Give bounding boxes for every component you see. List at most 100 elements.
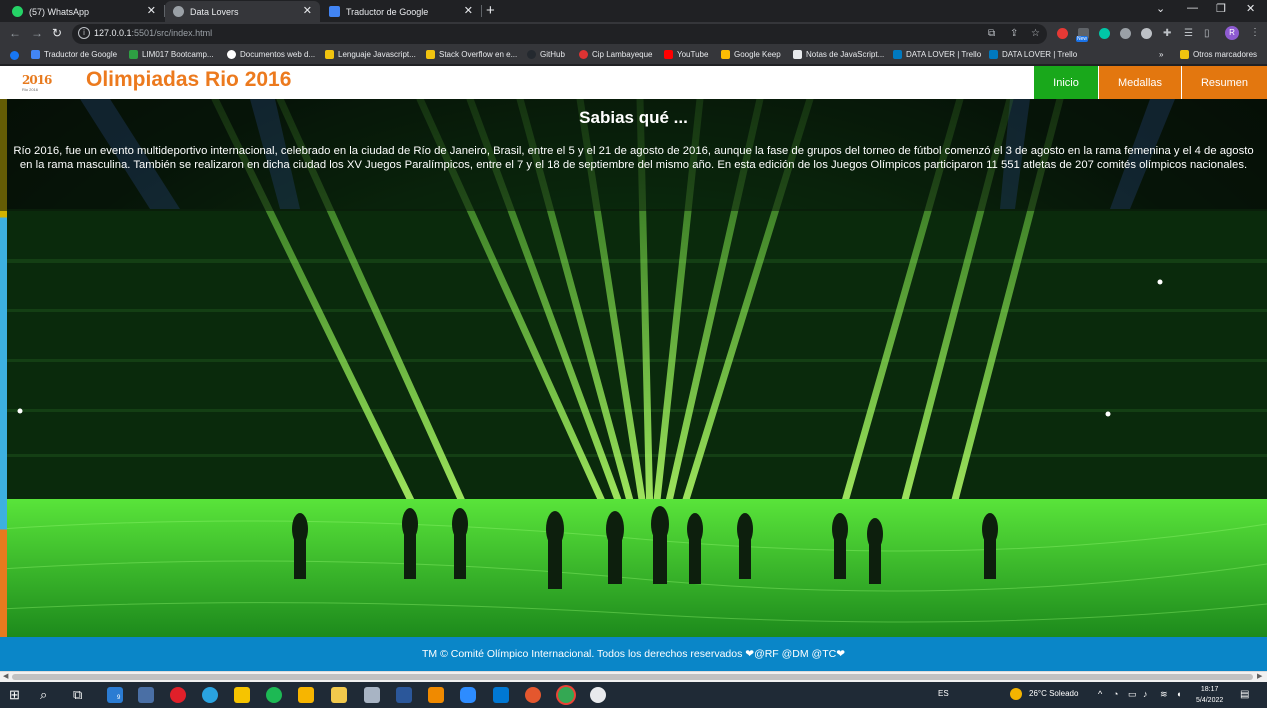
intro-paragraph: Río 2016, fue un evento multideportivo i… — [13, 145, 1254, 171]
task-view-icon[interactable]: ⧉ — [73, 687, 82, 703]
google-translate-icon — [329, 6, 340, 17]
battery-icon[interactable]: ▭ — [1128, 689, 1137, 700]
chrome-icon[interactable] — [558, 687, 574, 703]
other-bookmarks[interactable]: Otros marcadores — [1180, 50, 1257, 59]
close-icon[interactable]: ✕ — [303, 4, 312, 17]
bookmark-item[interactable]: DATA LOVER | Trello — [989, 50, 1077, 59]
whatsapp-icon — [12, 6, 23, 17]
wifi-icon[interactable]: ≋ — [1160, 689, 1168, 700]
minimize-button[interactable]: — — [1187, 2, 1198, 14]
close-icon[interactable]: ✕ — [464, 4, 473, 17]
back-icon[interactable]: ← — [9, 26, 21, 40]
site-header: 2016 Rio 2016 Olimpiadas Rio 2016 Inicio… — [0, 66, 1267, 99]
sticky-notes-icon[interactable] — [234, 687, 250, 703]
windows-taskbar: ⊞ ⌕ ⧉ 9 ES 26°C Soleado ^ ◔ ▭ ♪ ≋ ◖ 18:1… — [0, 682, 1267, 708]
tray-chevron-icon[interactable]: ^ — [1098, 689, 1102, 699]
reload-icon[interactable]: ↻ — [52, 26, 62, 40]
extension-gray-icon[interactable] — [1141, 28, 1152, 39]
search-icon[interactable]: ⌕ — [40, 687, 47, 703]
telegram-icon[interactable] — [202, 687, 218, 703]
mail-badge: 9 — [117, 695, 121, 701]
word-icon[interactable] — [396, 687, 412, 703]
extension-green-icon[interactable] — [1099, 28, 1110, 39]
clock[interactable]: 18:17 5/4/2022 — [1196, 684, 1223, 706]
bookmark-item[interactable]: Notas de JavaScript... — [793, 50, 884, 59]
profile-avatar[interactable]: R — [1225, 26, 1239, 40]
tab-whatsapp[interactable]: (57) WhatsApp ✕ — [4, 1, 164, 22]
tab-data-lovers[interactable]: Data Lovers ✕ — [165, 1, 320, 22]
intro-title: Sabias qué ... — [579, 108, 688, 127]
extension-red-icon[interactable] — [1057, 28, 1068, 39]
file-explorer-icon[interactable] — [331, 687, 347, 703]
notifications-icon[interactable]: ▤ — [1240, 689, 1249, 700]
microphone-icon[interactable]: ♪ — [1143, 689, 1148, 699]
scroll-left-icon[interactable]: ◀ — [3, 672, 8, 680]
computer-icon[interactable] — [138, 687, 154, 703]
intro-panel: Sabias qué ... Río 2016, fue un evento m… — [0, 99, 1267, 211]
more-bookmarks-icon[interactable]: » — [1159, 50, 1163, 59]
zoom-icon[interactable] — [460, 687, 476, 703]
extension-shield-icon[interactable] — [1120, 28, 1131, 39]
side-panel-icon[interactable]: ▯ — [1204, 28, 1210, 39]
bookmark-item[interactable]: Google Keep — [721, 50, 781, 59]
bookmark-item[interactable]: DATA LOVER | Trello — [893, 50, 981, 59]
scroll-right-icon[interactable]: ▶ — [1257, 672, 1262, 680]
bookmark-item[interactable]: Lenguaje Javascript... — [325, 50, 416, 59]
tab-label: (57) WhatsApp — [29, 6, 90, 17]
vlc-icon[interactable] — [428, 687, 444, 703]
bookmark-item[interactable]: Stack Overflow en e... — [426, 50, 517, 59]
close-icon[interactable]: ✕ — [147, 4, 156, 17]
spotify-icon[interactable] — [266, 687, 282, 703]
address-bar[interactable]: i 127.0.0.1:5501/src/index.html ⧉ ⇪ ☆ — [72, 24, 1047, 44]
restore-button[interactable]: ❐ — [1216, 2, 1226, 15]
star-icon[interactable]: ☆ — [1031, 28, 1040, 39]
nav-resumen[interactable]: Resumen — [1182, 66, 1267, 99]
browser-toolbar: ← → ↻ i 127.0.0.1:5501/src/index.html ⧉ … — [0, 22, 1267, 46]
bookmark-item[interactable]: Documentos web d... — [227, 50, 315, 59]
files-icon[interactable] — [298, 687, 314, 703]
rio-2016-logo[interactable]: 2016 Rio 2016 — [22, 71, 54, 93]
tab-google-translate[interactable]: Traductor de Google ✕ — [321, 1, 481, 22]
bookmark-item[interactable]: Traductor de Google — [31, 50, 117, 59]
clock-time: 18:17 — [1200, 686, 1219, 693]
bookmark-item[interactable]: Cip Lambayeque — [579, 50, 652, 59]
clock-date: 5/4/2022 — [1196, 697, 1224, 704]
forward-icon[interactable]: → — [31, 26, 43, 40]
extension-badge: New — [1076, 36, 1089, 42]
weather-text[interactable]: 26°C Soleado — [1029, 689, 1078, 698]
nav-inicio[interactable]: Inicio — [1034, 66, 1098, 99]
tab-label: Data Lovers — [190, 6, 239, 17]
site-title: Olimpiadas Rio 2016 — [86, 68, 292, 91]
translate-icon[interactable]: ⧉ — [988, 28, 995, 39]
bookmark-item[interactable]: LIM017 Bootcamp... — [129, 50, 214, 59]
info-icon[interactable]: i — [78, 27, 90, 39]
vscode-icon[interactable] — [493, 687, 509, 703]
chrome-profile-icon[interactable] — [590, 687, 606, 703]
bookmark-item[interactable]: GitHub — [527, 50, 565, 59]
close-window-button[interactable]: ✕ — [1246, 2, 1255, 15]
puzzle-icon[interactable]: ✚ — [1163, 28, 1171, 39]
sun-icon — [1010, 688, 1022, 700]
hero-image: Sabias qué ... Río 2016, fue un evento m… — [0, 99, 1267, 637]
language-indicator[interactable]: ES — [938, 689, 949, 698]
nav-medallas[interactable]: Medallas — [1099, 66, 1181, 99]
tab-search-icon[interactable]: ⌄ — [1156, 2, 1165, 15]
new-tab-button[interactable]: + — [486, 2, 495, 19]
network-icon[interactable]: ◔ — [1113, 689, 1118, 699]
facebook-icon[interactable] — [10, 51, 19, 60]
opera-icon[interactable] — [170, 687, 186, 703]
site-footer: TM © Comité Olímpico Internacional. Todo… — [0, 637, 1267, 671]
tab-strip: (57) WhatsApp ✕ Data Lovers ✕ Traductor … — [0, 0, 1267, 22]
reading-list-icon[interactable]: ☰ — [1184, 28, 1193, 39]
volume-icon[interactable]: ◖ — [1176, 689, 1181, 699]
windows-start-icon[interactable]: ⊞ — [9, 687, 20, 703]
app-red-icon[interactable] — [525, 687, 541, 703]
url-text[interactable]: 127.0.0.1:5501/src/index.html — [94, 28, 212, 38]
bookmark-item[interactable]: YouTube — [664, 50, 708, 59]
horizontal-scrollbar[interactable]: ◀ ▶ — [0, 671, 1267, 682]
scrollbar-thumb[interactable] — [12, 674, 1253, 680]
menu-icon[interactable]: ⋮ — [1250, 27, 1260, 38]
mail-app-icon[interactable] — [107, 687, 123, 703]
app-icon[interactable] — [364, 687, 380, 703]
share-icon[interactable]: ⇪ — [1010, 28, 1018, 39]
